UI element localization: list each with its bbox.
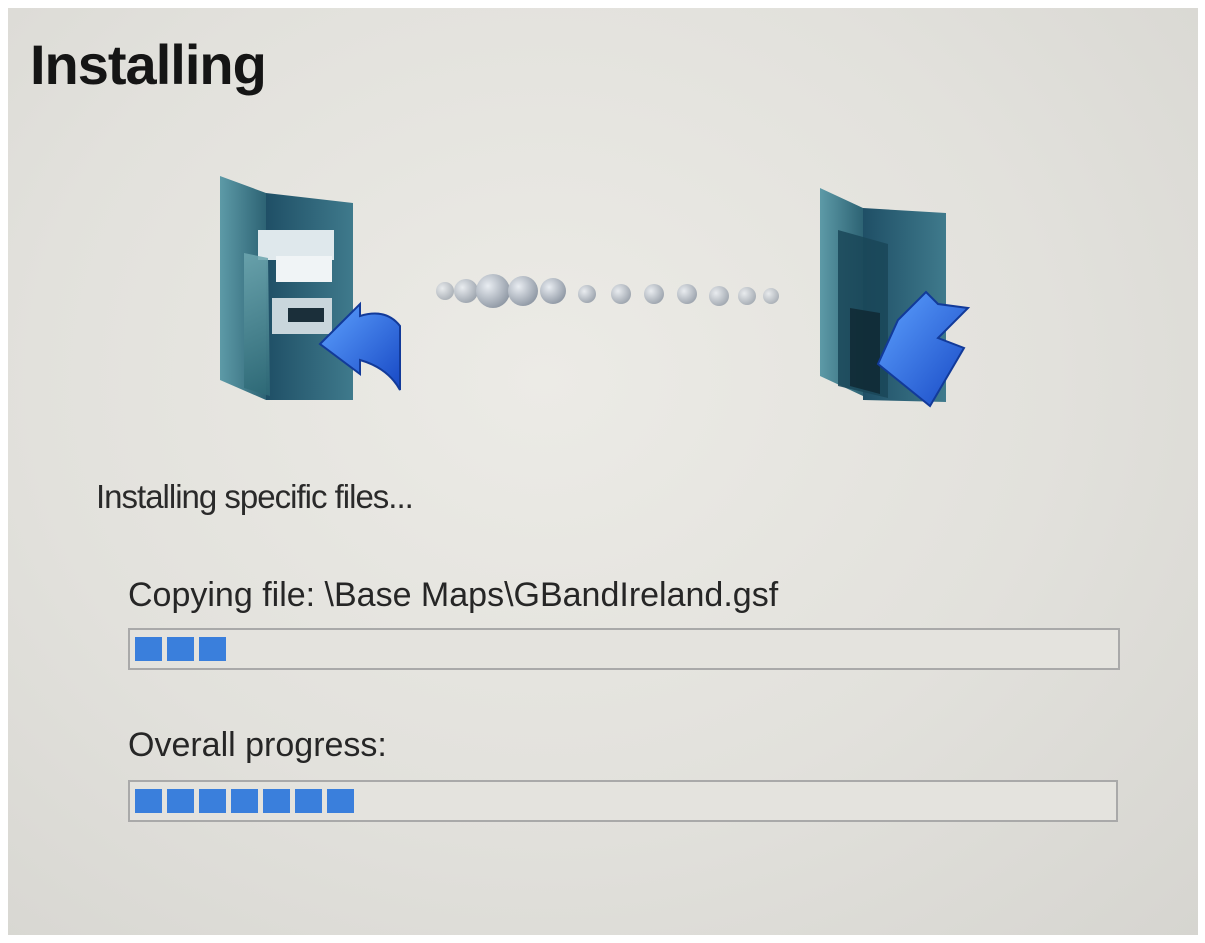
progress-segment	[199, 637, 226, 661]
overall-progress-label: Overall progress:	[128, 726, 387, 764]
status-message: Installing specific files...	[96, 478, 414, 515]
destination-folder-icon	[820, 188, 971, 408]
progress-segment	[167, 637, 194, 661]
progress-segment	[167, 789, 194, 813]
copy-animation	[220, 176, 971, 408]
source-folder-icon	[220, 176, 401, 400]
progress-segment	[135, 637, 162, 661]
transfer-dots-icon	[436, 274, 779, 308]
progress-segment	[327, 789, 354, 813]
overall-progress-fill	[135, 789, 1111, 813]
overall-progress-bar	[128, 780, 1118, 822]
current-file-progress-fill	[135, 637, 1113, 661]
progress-segment	[295, 789, 322, 813]
current-file-label: Copying file: \Base Maps\GBandIreland.gs…	[128, 576, 779, 614]
installer-window: Installing Installing specific files... …	[8, 8, 1198, 935]
progress-segment	[263, 789, 290, 813]
progress-segment	[135, 789, 162, 813]
current-file-progress-bar	[128, 628, 1120, 670]
progress-segment	[199, 789, 226, 813]
progress-segment	[231, 789, 258, 813]
